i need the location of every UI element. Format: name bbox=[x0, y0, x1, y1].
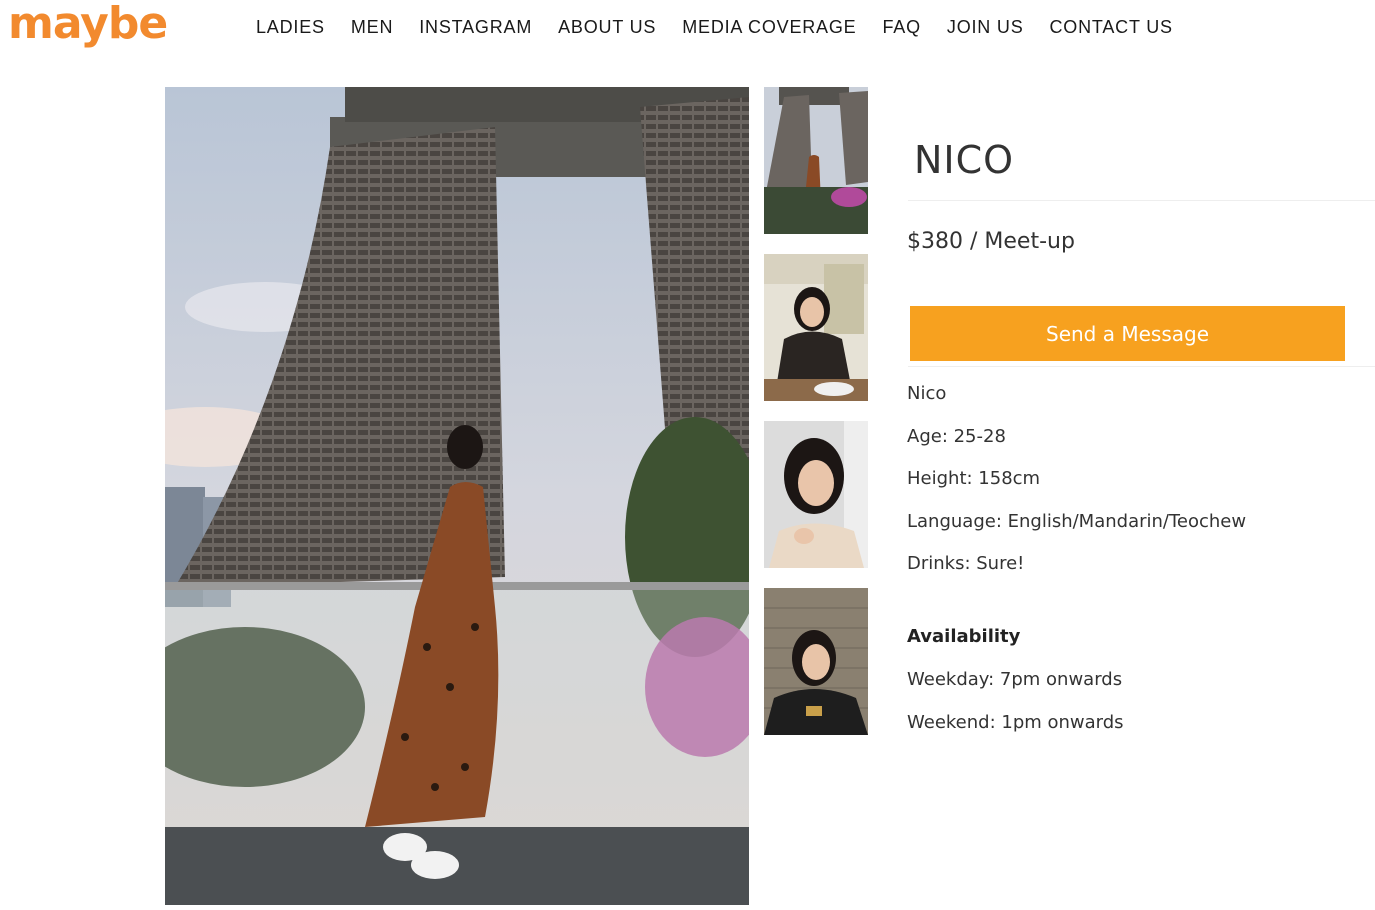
divider bbox=[908, 366, 1375, 367]
availability-title: Availability bbox=[907, 626, 1021, 647]
availability-weekend: Weekend: 1pm onwards bbox=[907, 711, 1124, 733]
nav-faq[interactable]: FAQ bbox=[882, 17, 920, 38]
send-message-button[interactable]: Send a Message bbox=[910, 306, 1345, 361]
nav-about-us[interactable]: ABOUT US bbox=[558, 17, 656, 38]
price: $380 / Meet-up bbox=[907, 229, 1075, 254]
main-nav: LADIES MEN INSTAGRAM ABOUT US MEDIA COVE… bbox=[256, 17, 1199, 38]
nav-join-us[interactable]: JOIN US bbox=[947, 17, 1024, 38]
detail-name: Nico bbox=[907, 383, 947, 404]
main-photo[interactable] bbox=[165, 87, 749, 905]
detail-height: Height: 158cm bbox=[907, 468, 1041, 489]
main-photo-image bbox=[165, 87, 749, 905]
thumbnail-strip bbox=[764, 87, 868, 755]
detail-age: Age: 25-28 bbox=[907, 425, 1006, 447]
logo[interactable]: maybe bbox=[8, 0, 168, 49]
thumbnail-1[interactable] bbox=[764, 87, 868, 234]
profile-details: Nico Age: 25-28 Height: 158cm Language: … bbox=[907, 383, 1246, 596]
availability-weekday: Weekday: 7pm onwards bbox=[907, 669, 1123, 690]
thumbnail-3[interactable] bbox=[764, 421, 868, 568]
availability-list: Weekday: 7pm onwards Weekend: 1pm onward… bbox=[907, 669, 1124, 754]
detail-language: Language: English/Mandarin/Teochew bbox=[907, 510, 1247, 532]
nav-ladies[interactable]: LADIES bbox=[256, 17, 325, 38]
nav-men[interactable]: MEN bbox=[351, 17, 393, 38]
detail-drinks: Drinks: Sure! bbox=[907, 553, 1025, 574]
nav-contact-us[interactable]: CONTACT US bbox=[1050, 17, 1173, 38]
nav-media-coverage[interactable]: MEDIA COVERAGE bbox=[682, 17, 856, 38]
thumbnail-4[interactable] bbox=[764, 588, 868, 735]
divider bbox=[908, 200, 1375, 201]
profile-name: NICO bbox=[914, 138, 1015, 182]
nav-instagram[interactable]: INSTAGRAM bbox=[419, 17, 532, 38]
thumbnail-2[interactable] bbox=[764, 254, 868, 401]
